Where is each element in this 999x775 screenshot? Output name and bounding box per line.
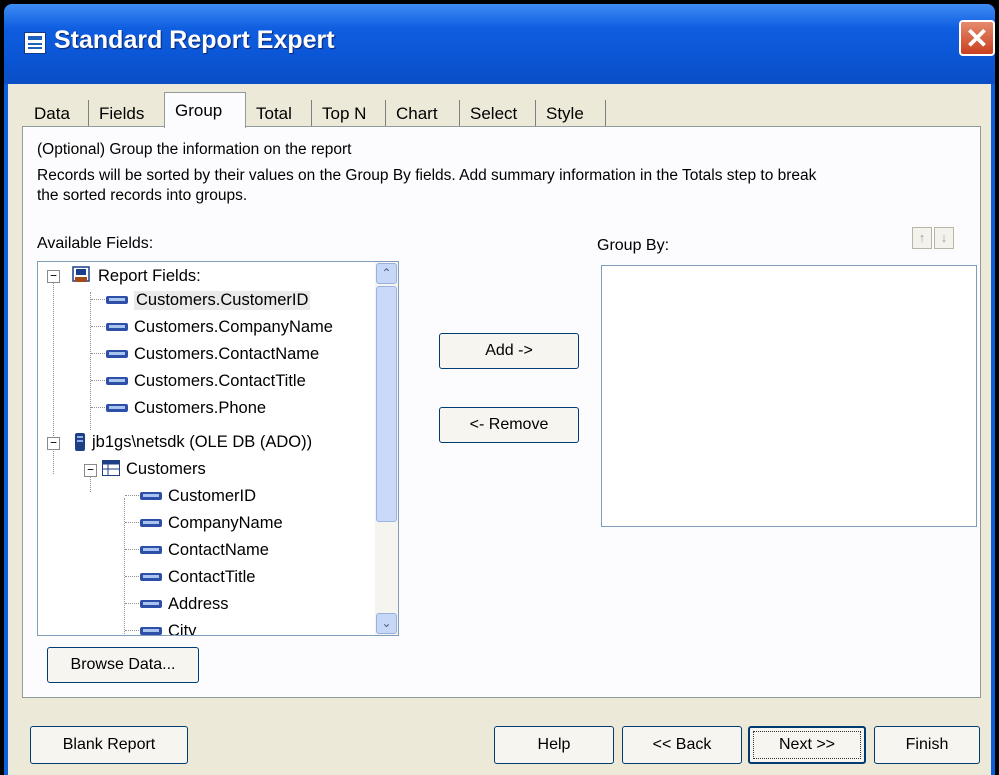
tree-item-label: City [168,622,197,636]
scroll-down-icon[interactable]: ⌄ [376,613,397,634]
tree-item-report-phone[interactable]: Customers.Phone [106,396,376,420]
field-icon [106,350,128,358]
sorting-description-line1: Records will be sorted by their values o… [37,167,817,184]
collapse-customers-icon[interactable]: − [84,464,97,477]
tree-item-report-companyname[interactable]: Customers.CompanyName [106,315,376,339]
field-icon [140,546,162,554]
tab-total[interactable]: Total [246,100,312,128]
group-by-label: Group By: [597,237,670,254]
tree-item-label: Customers [126,460,206,478]
tab-data[interactable]: Data [24,100,89,128]
group-tab-panel: (Optional) Group the information on the … [22,126,981,698]
tree-item-label: Customers.CompanyName [134,318,333,336]
field-icon [140,573,162,581]
finish-button[interactable]: Finish [874,726,980,764]
field-icon [140,492,162,500]
tab-group[interactable]: Group [164,92,246,128]
add-button[interactable]: Add -> [439,333,579,369]
tree-item-label: jb1gs\netsdk (OLE DB (ADO)) [92,433,313,451]
field-icon [140,600,162,608]
available-fields-tree[interactable]: − Report Fields: Customers.CustomerID Cu… [37,261,399,636]
tab-top-n[interactable]: Top N [312,100,386,128]
field-icon [106,323,128,331]
help-button[interactable]: Help [494,726,614,764]
tree-item-companyname[interactable]: CompanyName [140,511,370,535]
database-icon [74,432,86,452]
field-icon [140,627,162,635]
back-button[interactable]: << Back [622,726,742,764]
tree-item-contactname[interactable]: ContactName [140,538,370,562]
close-button[interactable]: ✕ [959,20,995,56]
tree-item-report-fields[interactable]: Report Fields: [72,264,372,288]
tree-item-customerid[interactable]: CustomerID [140,484,370,508]
table-icon [102,460,120,476]
tree-item-label: Address [168,595,229,613]
tree-item-contacttitle[interactable]: ContactTitle [140,565,370,589]
next-button[interactable]: Next >> [748,726,866,764]
browse-data-button[interactable]: Browse Data... [47,647,199,683]
sorting-description-line2: the sorted records into groups. [37,187,248,204]
tree-item-label: Customers.CustomerID [134,291,311,310]
tree-item-city[interactable]: City [140,619,370,636]
move-down-button[interactable]: ↓ [934,227,954,249]
field-icon [106,296,128,304]
tree-item-customers-table[interactable]: Customers [102,457,372,481]
available-fields-label: Available Fields: [37,235,154,252]
field-icon [106,404,128,412]
dialog-client-area: Data Fields Group Total Top N Chart Sele… [8,84,991,775]
tree-item-label: Customers.Phone [134,399,267,417]
tree-item-label: Customers.ContactTitle [134,372,306,390]
window-title: Standard Report Expert [54,26,335,54]
move-up-button[interactable]: ↑ [912,227,932,249]
remove-button[interactable]: <- Remove [439,407,579,443]
title-bar: Standard Report Expert ✕ [4,4,995,84]
tree-item-label: CustomerID [168,487,257,505]
tree-item-connection[interactable]: jb1gs\netsdk (OLE DB (ADO)) [72,430,382,454]
tree-item-address[interactable]: Address [140,592,370,616]
field-icon [140,519,162,527]
group-by-list[interactable] [601,265,977,527]
tree-item-label: CompanyName [168,514,283,532]
tab-fields[interactable]: Fields [89,100,165,128]
tree-item-report-customerid[interactable]: Customers.CustomerID [106,288,376,312]
tree-item-label: Customers.ContactName [134,345,320,363]
scroll-up-icon[interactable]: ⌃ [376,263,397,284]
report-fields-icon [72,266,90,284]
collapse-connection-icon[interactable]: − [47,437,60,450]
blank-report-button[interactable]: Blank Report [30,726,188,764]
report-app-icon [24,32,46,54]
tree-item-report-contactname[interactable]: Customers.ContactName [106,342,376,366]
dialog-window: Standard Report Expert ✕ Data Fields Gro… [4,4,995,775]
tab-chart[interactable]: Chart [386,100,460,128]
tree-item-label: ContactTitle [168,568,256,586]
tree-item-report-contacttitle[interactable]: Customers.ContactTitle [106,369,376,393]
tree-item-label: ContactName [168,541,269,559]
collapse-report-fields-icon[interactable]: − [47,270,60,283]
scrollbar-thumb[interactable] [376,286,397,522]
tab-style[interactable]: Style [536,100,606,128]
field-icon [106,377,128,385]
tree-scrollbar[interactable]: ⌃ ⌄ [375,262,398,635]
tab-select[interactable]: Select [460,100,536,128]
tree-item-label: Report Fields: [98,267,201,285]
next-button-label: Next >> [778,736,836,753]
optional-description: (Optional) Group the information on the … [37,141,352,158]
